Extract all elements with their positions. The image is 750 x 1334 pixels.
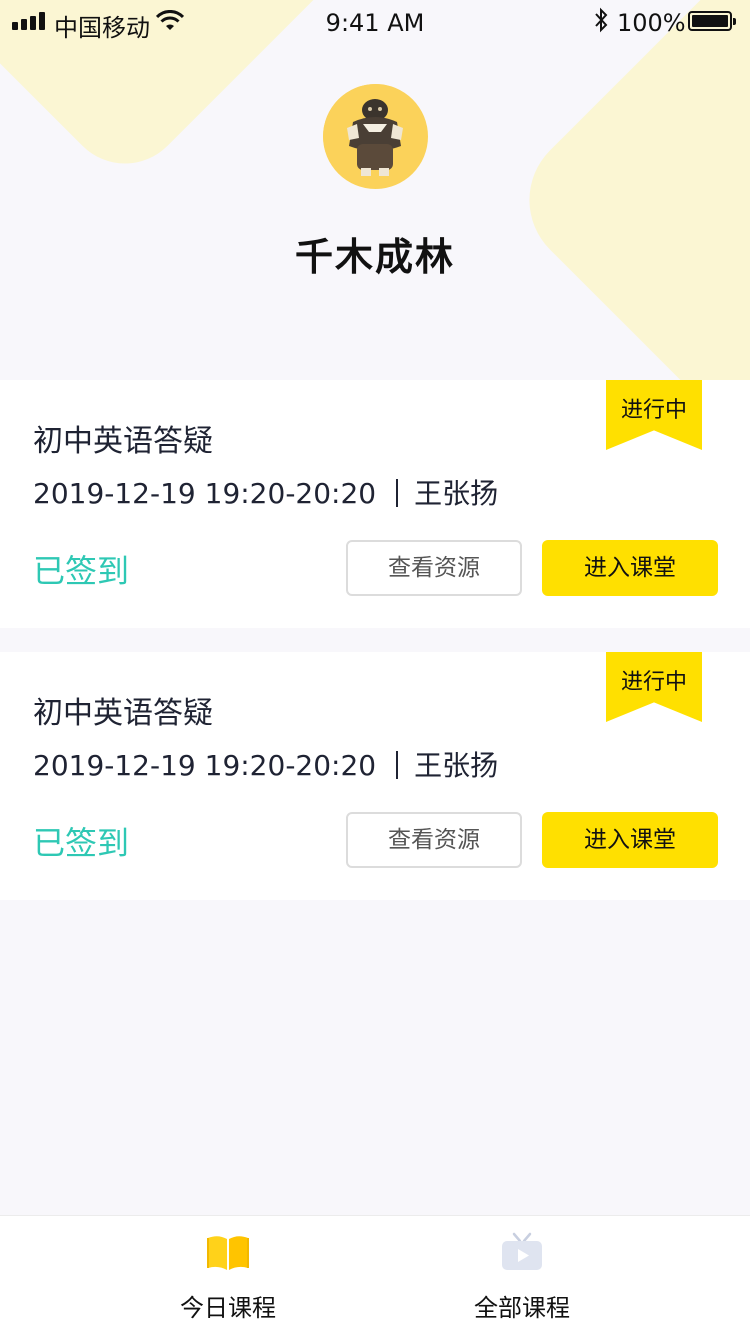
checkin-status: 已签到 <box>33 824 130 862</box>
checkin-status: 已签到 <box>33 552 130 590</box>
view-resources-button[interactable]: 查看资源 <box>346 812 522 868</box>
header-background <box>0 0 750 380</box>
tab-bar: 今日课程 全部课程 <box>0 1215 750 1334</box>
status-badge: 进行中 <box>620 670 687 695</box>
course-meta: 2019-12-19 19:20-20:20 王张扬 <box>33 744 498 784</box>
tab-all-courses[interactable]: 全部课程 <box>422 1216 622 1334</box>
course-title: 初中英语答疑 <box>33 696 213 731</box>
book-icon <box>207 1236 249 1270</box>
status-ribbon: 进行中 <box>606 380 702 450</box>
tv-play-icon <box>502 1232 542 1270</box>
battery-percent: 100% <box>617 9 686 37</box>
divider <box>396 751 399 779</box>
tab-today-courses[interactable]: 今日课程 <box>128 1216 328 1334</box>
tab-label: 全部课程 <box>474 1294 570 1322</box>
enter-classroom-button[interactable]: 进入课堂 <box>542 812 718 868</box>
battery-icon <box>688 11 736 31</box>
course-meta: 2019-12-19 19:20-20:20 王张扬 <box>33 472 498 512</box>
course-card: 进行中 初中英语答疑 2019-12-19 19:20-20:20 王张扬 已签到… <box>0 652 750 900</box>
course-datetime: 2019-12-19 19:20-20:20 <box>33 477 377 510</box>
course-card: 进行中 初中英语答疑 2019-12-19 19:20-20:20 王张扬 已签到… <box>0 380 750 628</box>
enter-classroom-button[interactable]: 进入课堂 <box>542 540 718 596</box>
decorative-shape-right <box>500 0 750 380</box>
course-datetime: 2019-12-19 19:20-20:20 <box>33 749 377 782</box>
course-teacher: 王张扬 <box>414 749 499 782</box>
course-title: 初中英语答疑 <box>33 424 213 459</box>
avatar-illustration <box>323 84 427 188</box>
divider <box>396 479 399 507</box>
user-name: 千木成林 <box>294 235 455 279</box>
status-badge: 进行中 <box>620 398 687 423</box>
status-ribbon: 进行中 <box>606 652 702 722</box>
view-resources-button[interactable]: 查看资源 <box>346 540 522 596</box>
status-bar: 中国移动 9:41 AM 100% <box>0 0 750 48</box>
tab-label: 今日课程 <box>180 1294 276 1322</box>
avatar[interactable] <box>323 84 428 189</box>
bluetooth-icon <box>595 7 608 33</box>
course-teacher: 王张扬 <box>414 477 499 510</box>
